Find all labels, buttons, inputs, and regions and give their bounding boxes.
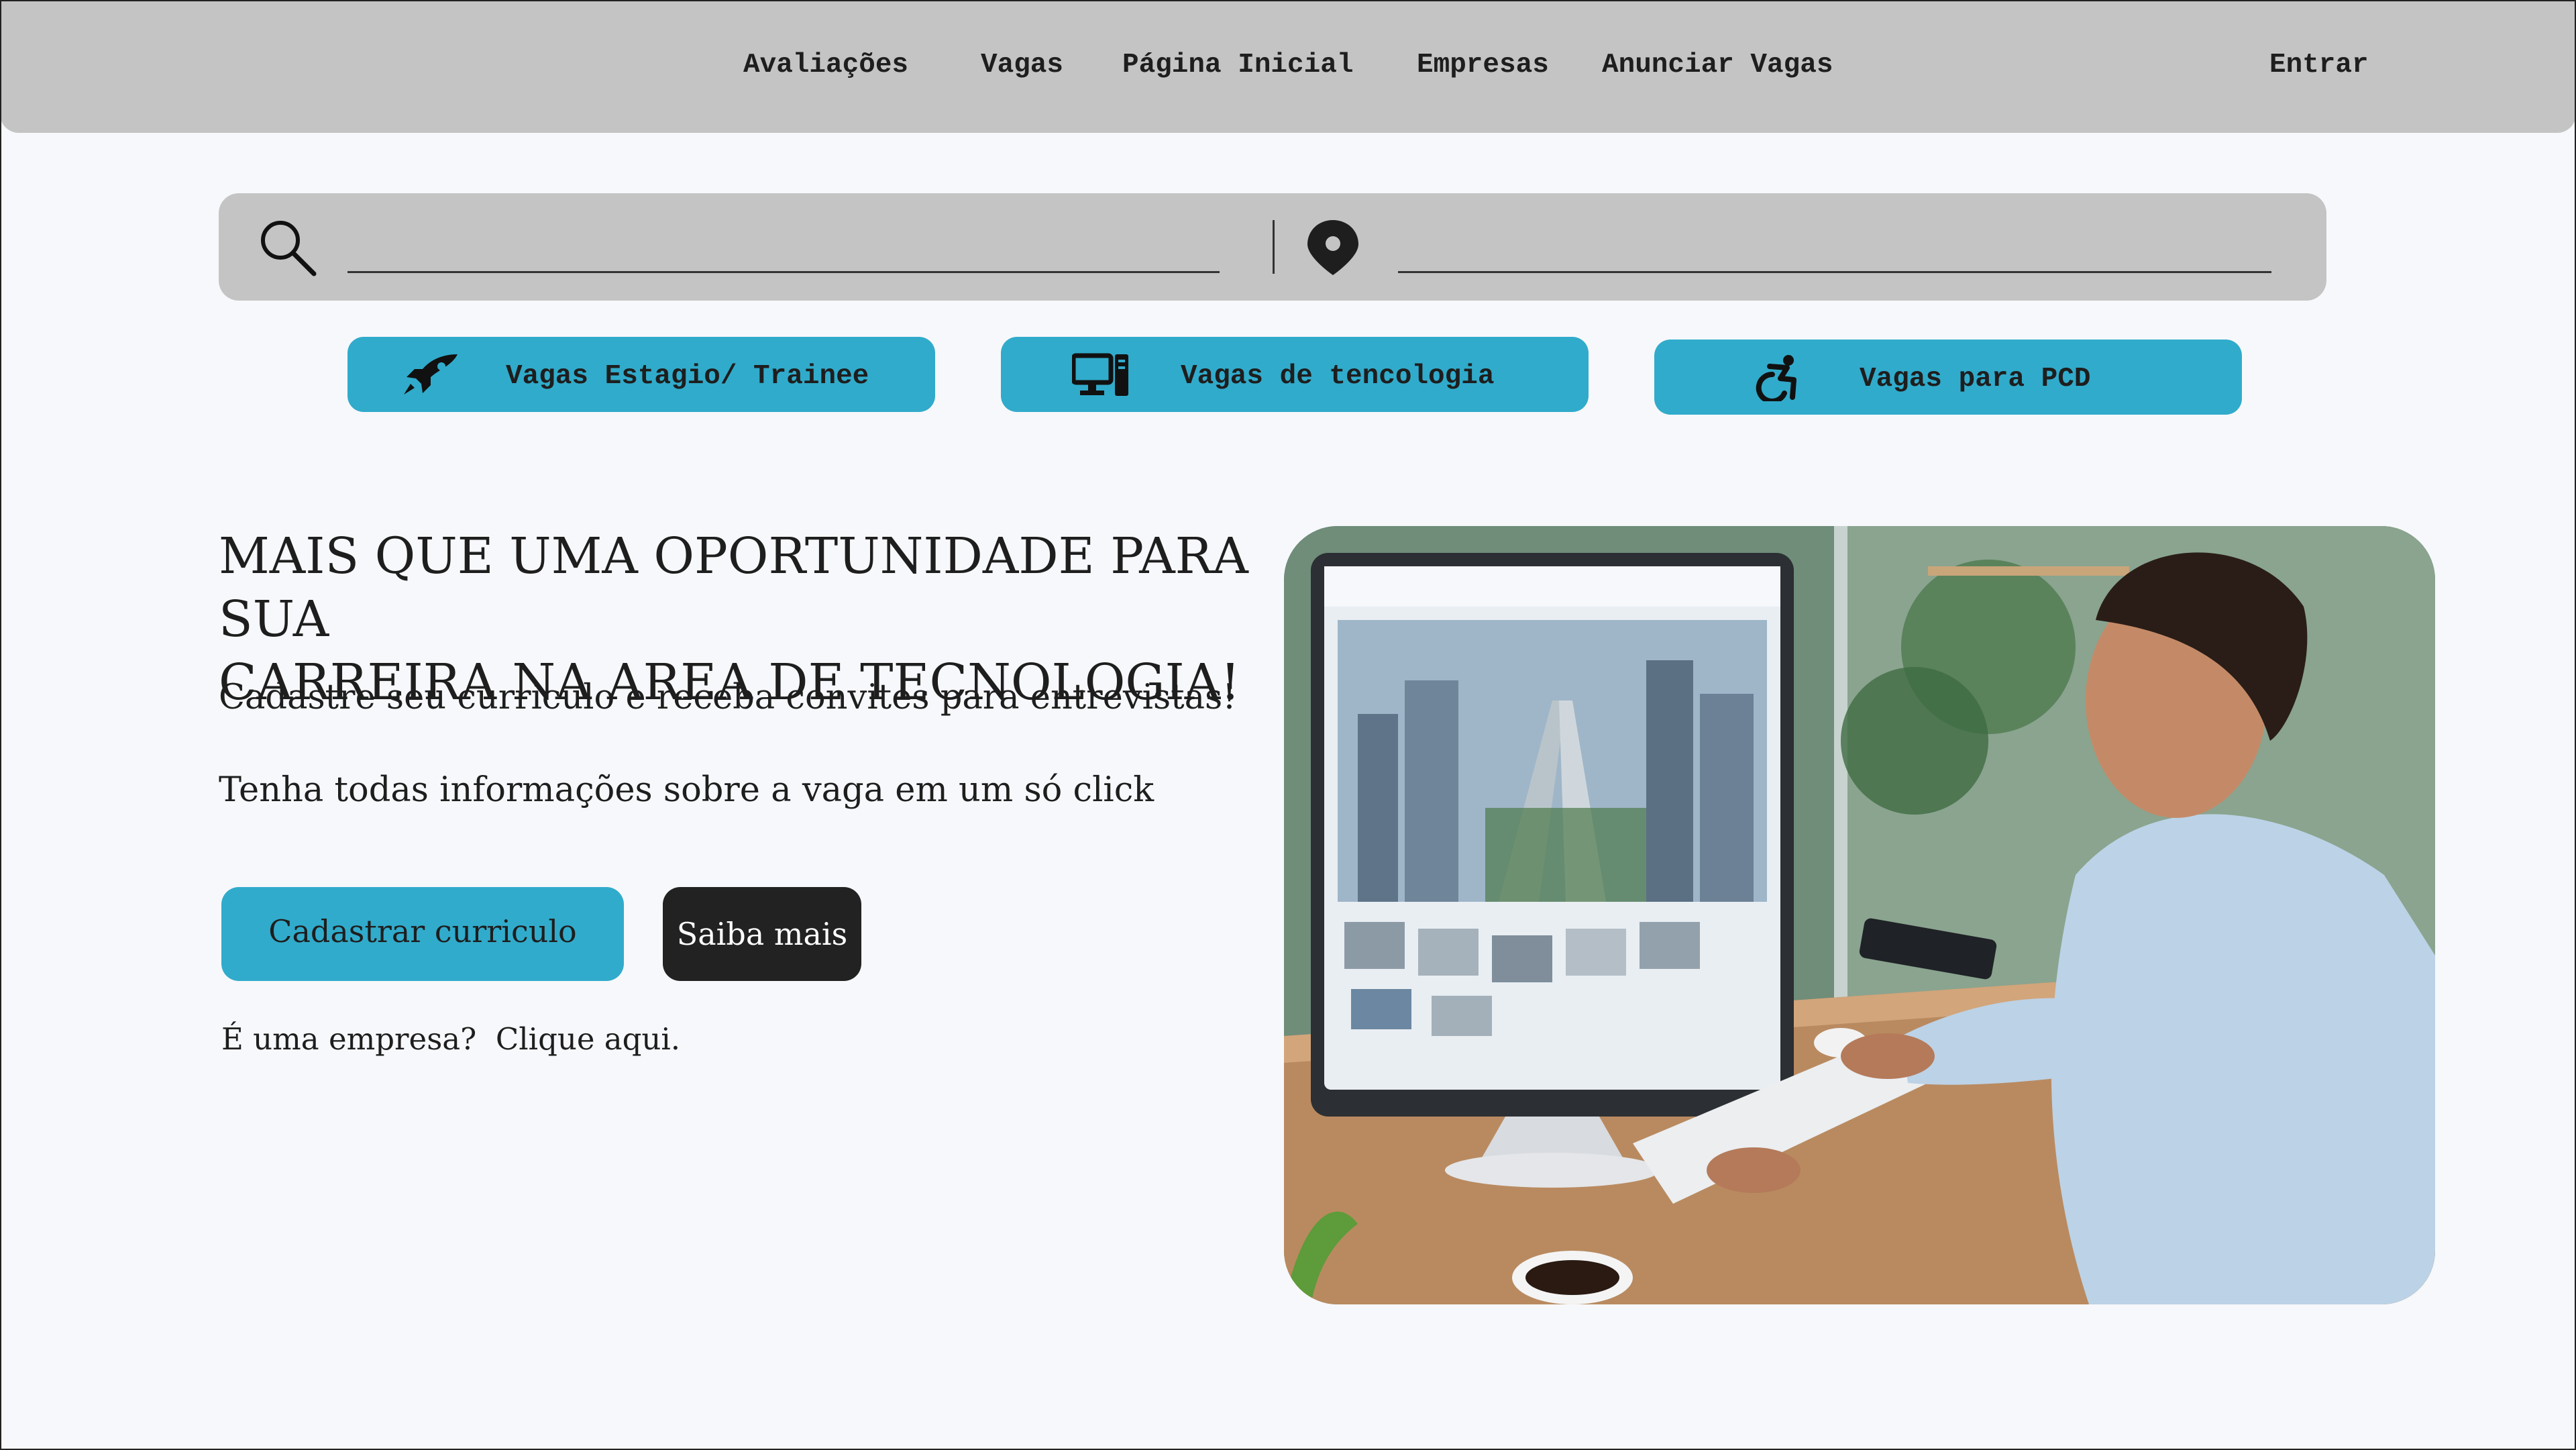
category-label-tecnologia: Vagas de tencologia [1181,361,1495,392]
hero-image [1284,526,2435,1304]
location-search-input[interactable] [1398,228,2271,272]
computer-icon [1071,353,1130,397]
hero-title-line-1: MAIS QUE UMA OPORTUNIDADE PARA SUA [219,527,1248,648]
keyword-input-underline [347,271,1220,273]
category-label-estagio: Vagas Estagio/ Trainee [506,361,869,392]
nav-link-pagina-inicial[interactable]: Página Inicial [1122,50,1353,81]
saiba-mais-button[interactable]: Saiba mais [663,887,861,981]
rocket-icon [401,353,459,397]
location-input-underline [1398,271,2271,273]
cadastrar-curriculo-button[interactable]: Cadastrar curriculo [221,887,624,981]
hero-text-informacoes: Tenha todas informações sobre a vaga em … [219,770,1155,810]
keyword-search-input[interactable] [347,228,1220,272]
company-question: É uma empresa? [221,1021,477,1057]
category-estagio-trainee-button[interactable]: Vagas Estagio/ Trainee [347,337,935,412]
category-pcd-button[interactable]: Vagas para PCD [1654,340,2242,415]
company-link[interactable]: Clique aqui. [496,1021,680,1057]
nav-link-avaliacoes[interactable]: Avaliações [743,50,908,81]
login-link[interactable]: Entrar [2269,50,2369,81]
hero-text-curriculo: Cadastre seu curriculo e receba convites… [219,678,1236,717]
category-tecnologia-button[interactable]: Vagas de tencologia [1001,337,1589,412]
nav-link-vagas[interactable]: Vagas [981,50,1063,81]
nav-link-empresas[interactable]: Empresas [1417,50,1549,81]
top-navigation-bar: Avaliações Vagas Página Inicial Empresas… [0,0,2576,133]
location-pin-icon [1305,219,1360,276]
search-divider [1273,220,1275,274]
wheelchair-icon [1746,354,1802,404]
category-label-pcd: Vagas para PCD [1860,364,2091,395]
nav-link-anunciar-vagas[interactable]: Anunciar Vagas [1602,50,1833,81]
search-icon[interactable] [258,217,318,278]
company-prompt: É uma empresa? Clique aqui. [221,1021,680,1057]
